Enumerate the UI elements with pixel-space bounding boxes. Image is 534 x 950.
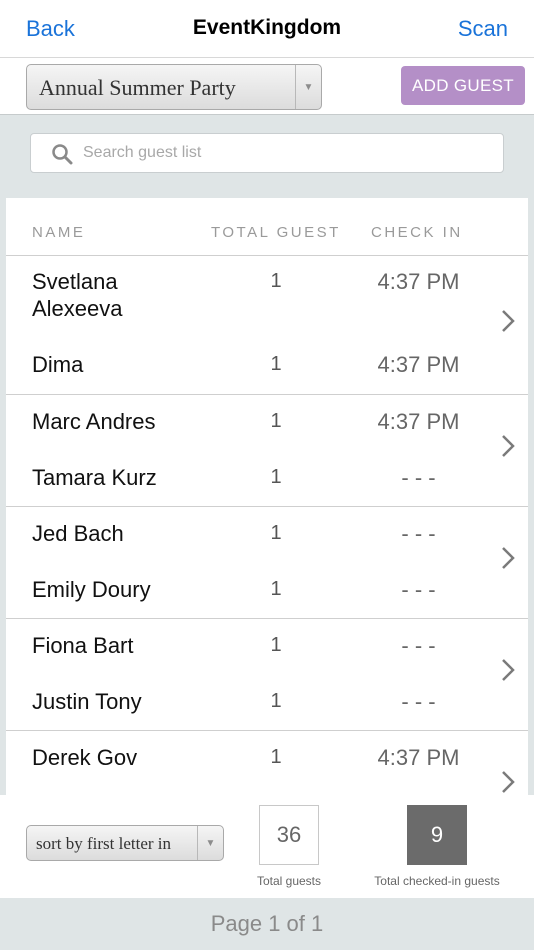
guest-group[interactable]: Marc Andres 1 4:37 PM Tamara Kurz 1 - - … [6, 395, 528, 507]
table-header: NAME TOTAL GUEST CHECK IN [6, 198, 528, 256]
guest-name: Svetlana Alexeeva [32, 269, 123, 321]
guest-total: 1 [270, 634, 282, 656]
guest-check-in: - - - [401, 465, 436, 490]
nav-bar: Back EventKingdom Scan [0, 0, 534, 58]
guest-name: Derek Gov [32, 745, 138, 770]
guest-name: Fiona Bart [32, 633, 134, 658]
checked-in-label: Total checked-in guests [374, 874, 500, 888]
guest-check-in: 4:37 PM [377, 352, 460, 377]
search-box [30, 133, 504, 173]
back-button[interactable]: Back [26, 16, 75, 42]
guest-check-in: - - - [401, 633, 436, 658]
event-dropdown-value: Annual Summer Party [39, 75, 236, 100]
event-bar: Annual Summer Party ▼ ADD GUEST [0, 58, 534, 115]
chevron-right-icon [502, 771, 515, 793]
chevron-right-icon [502, 310, 515, 332]
app-title: EventKingdom [192, 16, 342, 39]
guest-total: 1 [270, 466, 282, 488]
total-guests-count: 36 [259, 805, 319, 865]
guest-name: Jed Bach [32, 521, 124, 546]
guest-group[interactable]: Svetlana Alexeeva 1 4:37 PM Dima 1 4:37 … [6, 256, 528, 395]
guest-total: 1 [270, 746, 282, 768]
guest-total: 1 [270, 578, 282, 600]
guest-group[interactable]: Fiona Bart 1 - - - Justin Tony 1 - - - [6, 619, 528, 731]
guest-name: Emily Doury [32, 577, 151, 602]
guest-name: Justin Tony [32, 689, 142, 714]
guest-check-in: - - - [401, 521, 436, 546]
checked-in-count: 9 [407, 805, 467, 865]
chevron-right-icon [502, 659, 515, 681]
guest-name: Marc Andres [32, 409, 156, 434]
guest-total: 1 [270, 270, 282, 292]
guest-table: NAME TOTAL GUEST CHECK IN Svetlana Alexe… [6, 198, 528, 795]
guest-name: Dima [32, 352, 84, 377]
search-icon [52, 144, 73, 165]
event-dropdown[interactable]: Annual Summer Party ▼ [26, 64, 322, 110]
page-indicator: Page 1 of 1 [0, 898, 534, 950]
guest-total: 1 [270, 410, 282, 432]
guest-total: 1 [270, 522, 282, 544]
guest-check-in: - - - [401, 577, 436, 602]
column-header-total-guest: TOTAL GUEST [211, 224, 341, 241]
column-header-name: NAME [32, 224, 86, 241]
search-input[interactable] [83, 134, 493, 172]
guest-name: Tamara Kurz [32, 465, 157, 490]
sort-dropdown[interactable]: sort by first letter in ▼ [26, 825, 224, 861]
chevron-right-icon [502, 547, 515, 569]
guest-group[interactable]: Derek Gov 1 4:37 PM [6, 731, 528, 795]
dropdown-arrow-icon: ▼ [197, 826, 223, 860]
add-guest-button[interactable]: ADD GUEST [401, 66, 525, 105]
guest-check-in: - - - [401, 689, 436, 714]
dropdown-arrow-icon: ▼ [295, 65, 321, 109]
chevron-right-icon [502, 435, 515, 457]
guest-check-in: 4:37 PM [377, 269, 460, 294]
column-header-check-in: CHECK IN [371, 224, 463, 241]
scan-button[interactable]: Scan [458, 16, 508, 42]
guest-total: 1 [270, 353, 282, 375]
guest-check-in: 4:37 PM [377, 745, 460, 770]
guest-total: 1 [270, 690, 282, 712]
summary-footer: sort by first letter in ▼ 36 Total guest… [0, 795, 534, 898]
total-guests-label: Total guests [256, 874, 322, 888]
guest-group[interactable]: Jed Bach 1 - - - Emily Doury 1 - - - [6, 507, 528, 619]
guest-check-in: 4:37 PM [377, 409, 460, 434]
sort-dropdown-value: sort by first letter in [36, 834, 172, 853]
